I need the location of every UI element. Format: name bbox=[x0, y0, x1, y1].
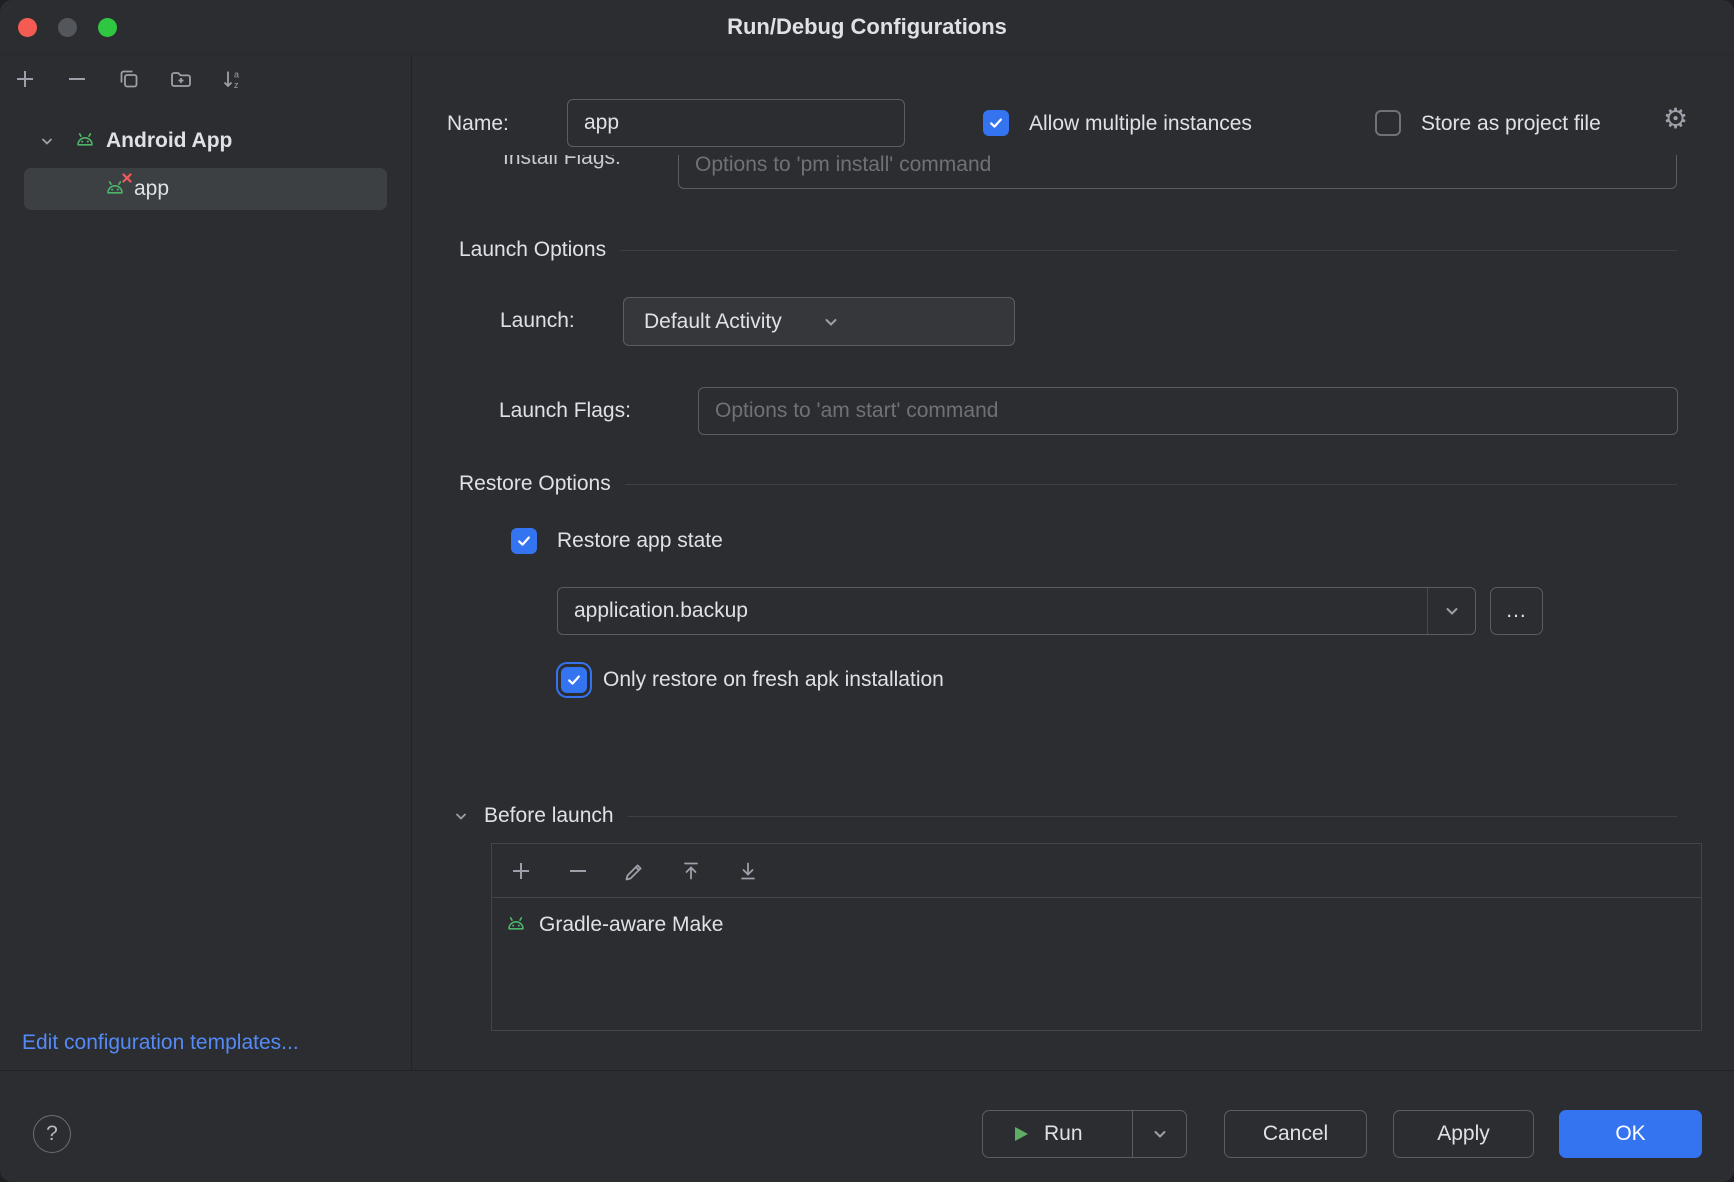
edit-configuration-templates-link[interactable]: Edit configuration templates... bbox=[22, 1031, 299, 1055]
launch-flags-input[interactable] bbox=[698, 387, 1678, 435]
minus-icon bbox=[566, 859, 590, 883]
allow-multiple-instances-label: Allow multiple instances bbox=[1029, 111, 1252, 137]
run-button-main[interactable]: Run bbox=[983, 1111, 1132, 1157]
before-launch-title: Before launch bbox=[484, 804, 614, 828]
name-input[interactable] bbox=[567, 99, 905, 147]
launch-label: Launch: bbox=[500, 308, 575, 334]
before-launch-toolbar bbox=[492, 844, 1701, 898]
browse-backup-button[interactable]: ... bbox=[1490, 587, 1543, 635]
android-error-icon bbox=[104, 178, 126, 200]
tree-item-app[interactable]: app bbox=[24, 168, 387, 210]
android-icon bbox=[505, 914, 527, 936]
move-up-icon bbox=[680, 859, 704, 883]
copy-icon bbox=[117, 67, 141, 91]
launch-dropdown[interactable]: Default Activity bbox=[623, 297, 1015, 346]
allow-multiple-instances-checkbox[interactable] bbox=[983, 110, 1009, 136]
run-button[interactable]: Run bbox=[982, 1110, 1187, 1158]
only-restore-fresh-checkbox[interactable] bbox=[561, 667, 587, 693]
move-task-up-button[interactable] bbox=[677, 856, 707, 886]
add-task-button[interactable] bbox=[506, 856, 536, 886]
restore-app-state-label: Restore app state bbox=[557, 528, 723, 554]
store-as-project-file-label: Store as project file bbox=[1421, 111, 1601, 137]
backup-file-value: application.backup bbox=[558, 588, 1427, 634]
configuration-editor: Name: Allow multiple instances Store as … bbox=[413, 56, 1734, 1070]
svg-text:z: z bbox=[234, 80, 239, 90]
sort-az-icon: a z bbox=[221, 67, 245, 91]
store-as-project-file-checkbox[interactable] bbox=[1375, 110, 1401, 136]
sidebar-toolbar: a z bbox=[10, 64, 248, 94]
before-launch-section-header: Before launch bbox=[452, 803, 1677, 829]
run-button-label: Run bbox=[1044, 1122, 1083, 1146]
play-icon bbox=[1009, 1123, 1031, 1145]
plus-icon bbox=[509, 859, 533, 883]
remove-configuration-button[interactable] bbox=[62, 64, 92, 94]
ok-button[interactable]: OK bbox=[1559, 1110, 1702, 1158]
remove-task-button[interactable] bbox=[563, 856, 593, 886]
pencil-icon bbox=[623, 859, 647, 883]
tree-group-label: Android App bbox=[106, 129, 232, 153]
android-icon bbox=[74, 130, 96, 152]
collapse-chevron-icon[interactable] bbox=[452, 807, 470, 825]
only-restore-fresh-label: Only restore on fresh apk installation bbox=[603, 667, 944, 693]
move-task-down-button[interactable] bbox=[734, 856, 764, 886]
new-folder-icon bbox=[169, 67, 193, 91]
edit-task-button[interactable] bbox=[620, 856, 650, 886]
backup-file-combobox[interactable]: application.backup bbox=[557, 587, 1476, 635]
add-configuration-button[interactable] bbox=[10, 64, 40, 94]
before-launch-task-row[interactable]: Gradle-aware Make bbox=[492, 898, 1701, 937]
dialog-title: Run/Debug Configurations bbox=[0, 0, 1734, 55]
tree-item-label: app bbox=[134, 177, 169, 201]
combobox-chevron-button[interactable] bbox=[1427, 588, 1475, 634]
run-options-chevron-button[interactable] bbox=[1132, 1111, 1186, 1157]
chevron-down-icon bbox=[821, 312, 998, 332]
launch-flags-label: Launch Flags: bbox=[499, 398, 631, 424]
section-divider bbox=[625, 484, 1677, 485]
configurations-sidebar: a z Android App app bbox=[0, 56, 412, 1070]
plus-icon bbox=[13, 67, 37, 91]
section-divider bbox=[620, 250, 1677, 251]
restore-app-state-checkbox[interactable] bbox=[511, 528, 537, 554]
restore-options-title: Restore Options bbox=[459, 472, 611, 496]
help-button[interactable]: ? bbox=[33, 1115, 71, 1153]
restore-options-section-header: Restore Options bbox=[459, 471, 1677, 497]
titlebar: Run/Debug Configurations bbox=[0, 0, 1734, 55]
launch-options-title: Launch Options bbox=[459, 238, 606, 262]
apply-button[interactable]: Apply bbox=[1393, 1110, 1534, 1158]
tree-group-android-app[interactable]: Android App bbox=[0, 120, 232, 162]
svg-text:a: a bbox=[234, 70, 239, 80]
run-debug-configurations-dialog: Run/Debug Configurations bbox=[0, 0, 1734, 1182]
copy-configuration-button[interactable] bbox=[114, 64, 144, 94]
error-x-icon bbox=[121, 172, 133, 184]
name-label: Name: bbox=[447, 111, 509, 137]
launch-options-section-header: Launch Options bbox=[459, 237, 1677, 263]
launch-dropdown-value: Default Activity bbox=[644, 310, 821, 334]
section-divider bbox=[628, 816, 1677, 817]
cancel-button[interactable]: Cancel bbox=[1224, 1110, 1367, 1158]
chevron-down-icon[interactable] bbox=[38, 132, 56, 150]
scrolled-row-clip: Install Flags: bbox=[413, 155, 1734, 199]
new-folder-button[interactable] bbox=[166, 64, 196, 94]
store-settings-gear-icon[interactable]: ⚙ bbox=[1663, 104, 1688, 134]
before-launch-panel: Gradle-aware Make bbox=[491, 843, 1702, 1031]
move-down-icon bbox=[737, 859, 761, 883]
before-launch-task-label: Gradle-aware Make bbox=[539, 913, 723, 937]
install-flags-input[interactable] bbox=[678, 155, 1677, 189]
dialog-footer: ? Run Cancel Apply OK bbox=[0, 1070, 1734, 1182]
install-flags-label: Install Flags: bbox=[503, 155, 621, 171]
minus-icon bbox=[65, 67, 89, 91]
sort-configurations-button[interactable]: a z bbox=[218, 64, 248, 94]
